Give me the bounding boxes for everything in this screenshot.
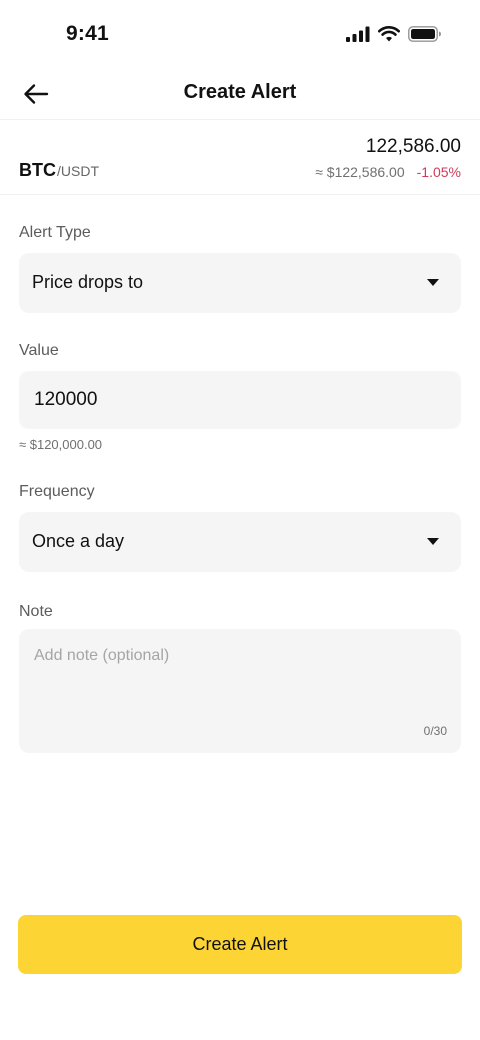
note-label: Note <box>19 603 53 620</box>
caret-down-icon <box>427 279 439 286</box>
price-usd: ≈ $122,586.00 <box>315 164 405 180</box>
note-char-counter: 0/30 <box>423 724 447 738</box>
signal-icon <box>346 26 370 42</box>
current-price: 122,586.00 <box>365 136 461 157</box>
caret-down-icon <box>427 538 439 545</box>
pair-quote: /USDT <box>57 163 99 179</box>
nav-bar: Create Alert <box>0 70 480 120</box>
value-label: Value <box>19 342 59 359</box>
frequency-label: Frequency <box>19 483 95 500</box>
note-field[interactable]: 0/30 <box>19 629 461 753</box>
create-alert-button[interactable]: Create Alert <box>18 915 462 974</box>
value-input[interactable] <box>19 371 461 429</box>
status-bar: 9:41 <box>0 0 480 70</box>
value-field[interactable] <box>19 371 461 429</box>
status-icons <box>346 26 442 42</box>
trading-pair: BTC /USDT <box>19 160 99 181</box>
frequency-value: Once a day <box>32 531 125 551</box>
page-title: Create Alert <box>183 81 297 103</box>
battery-icon <box>408 26 441 42</box>
pair-price-header: BTC /USDT 122,586.00 ≈ $122,586.00 -1.05… <box>0 120 480 195</box>
frequency-select[interactable]: Once a day <box>19 512 461 572</box>
status-time: 9:41 <box>66 22 109 45</box>
alert-type-label: Alert Type <box>19 224 91 241</box>
alert-type-select[interactable]: Price drops to <box>19 253 461 313</box>
wifi-icon <box>378 26 400 42</box>
value-helper: ≈ $120,000.00 <box>19 437 103 452</box>
price-change: -1.05% <box>416 164 461 180</box>
pair-base: BTC <box>19 160 56 180</box>
price-details: ≈ $122,586.00 -1.05% <box>315 164 461 180</box>
note-input[interactable] <box>19 629 461 753</box>
alert-type-value: Price drops to <box>32 272 144 292</box>
